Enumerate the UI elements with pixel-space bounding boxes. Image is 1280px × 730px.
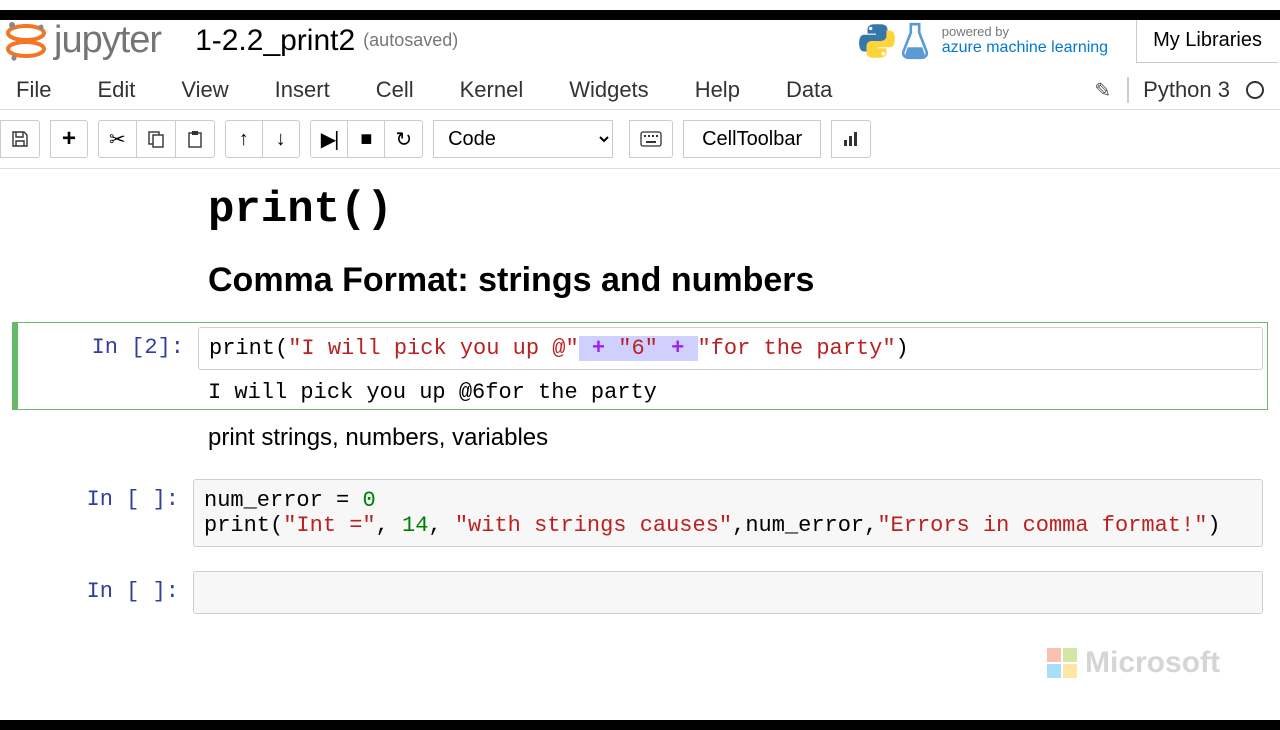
refresh-icon: ↻ [395,127,412,152]
code-input[interactable]: print("I will pick you up @" + "6" + "fo… [198,327,1263,370]
markdown-title-code: print() [208,185,1268,235]
kernel-indicator-icon[interactable] [1246,81,1264,99]
move-up-button[interactable]: ↑ [225,120,263,158]
arrow-up-icon: ↑ [239,128,249,151]
powered-text: powered by azure machine learning [942,24,1108,57]
run-button[interactable]: ▶| [310,120,349,158]
move-down-button[interactable]: ↓ [262,120,300,158]
bar-chart-icon [842,130,860,148]
code-cell-3[interactable]: In [ ]: [12,566,1268,619]
jupyter-logo[interactable]: jupyter [4,19,161,63]
autosave-status: (autosaved) [363,30,458,51]
menu-help[interactable]: Help [695,77,740,103]
menu-kernel[interactable]: Kernel [460,77,524,103]
save-icon [11,130,29,148]
my-libraries-button[interactable]: My Libraries [1136,18,1278,63]
plus-icon: + [62,125,76,153]
cell-body: print("I will pick you up @" + "6" + "fo… [198,327,1263,405]
flask-icon [898,20,932,62]
code-input[interactable] [193,571,1263,614]
copy-icon [147,130,165,148]
cut-button[interactable]: ✂ [98,120,137,158]
code-cell-1[interactable]: In [2]: print("I will pick you up @" + "… [12,322,1268,410]
cell-prompt: In [2]: [22,327,198,405]
menu-file[interactable]: File [16,77,51,103]
code-input[interactable]: num_error = 0 print("Int =", 14, "with s… [193,479,1263,547]
menu-insert[interactable]: Insert [275,77,330,103]
powered-icons [856,20,932,62]
arrow-down-icon: ↓ [276,128,286,151]
python-icon [856,20,898,62]
menu-cell[interactable]: Cell [376,77,414,103]
cell-output: I will pick you up @6for the party [198,370,1263,405]
microsoft-watermark: Microsoft [1047,646,1220,680]
chart-button[interactable] [831,120,871,158]
save-button[interactable] [0,120,40,158]
cell-toolbar-button[interactable]: CellToolbar [683,120,821,158]
powered-line2: azure machine learning [942,39,1108,57]
microsoft-text: Microsoft [1085,646,1220,680]
letterbox-bottom [0,720,1280,730]
pencil-icon[interactable]: ✎ [1094,78,1111,103]
notebook-title[interactable]: 1-2.2_print2 [195,24,355,58]
restart-button[interactable]: ↻ [384,120,423,158]
markdown-section-heading: Comma Format: strings and numbers [208,261,1268,300]
menu-bar: File Edit View Insert Cell Kernel Widget… [0,71,1280,110]
menu-widgets[interactable]: Widgets [569,77,648,103]
jupyter-icon [4,19,48,63]
kernel-name[interactable]: Python 3 [1127,77,1230,103]
paste-button[interactable] [175,120,215,158]
logo-text: jupyter [54,19,161,62]
keyboard-icon [640,131,662,147]
powered-line1: powered by [942,24,1108,39]
scissors-icon: ✂ [109,127,126,152]
add-cell-button[interactable]: + [50,120,88,158]
step-forward-icon: ▶| [321,127,338,152]
code-cell-2[interactable]: In [ ]: num_error = 0 print("Int =", 14,… [12,474,1268,552]
cell-type-select[interactable]: Code [433,120,613,158]
menu-edit[interactable]: Edit [97,77,135,103]
stop-icon: ■ [360,128,372,151]
menu-data[interactable]: Data [786,77,832,103]
header-right: powered by azure machine learning My Lib… [856,18,1278,63]
markdown-text: print strings, numbers, variables [208,424,1268,452]
toolbar: + ✂ ↑ ↓ ▶| ■ ↻ Code CellToolbar [0,110,1280,169]
cell-body: num_error = 0 print("Int =", 14, "with s… [193,479,1263,547]
menu-view[interactable]: View [181,77,228,103]
copy-button[interactable] [136,120,176,158]
paste-icon [186,130,204,148]
cell-body [193,571,1263,614]
stop-button[interactable]: ■ [347,120,385,158]
cell-prompt: In [ ]: [17,571,193,614]
letterbox-top [0,10,1280,20]
cell-prompt: In [ ]: [17,479,193,547]
powered-by-badge[interactable]: powered by azure machine learning [856,20,1108,62]
notebook-area: print() Comma Format: strings and number… [0,169,1280,643]
menubar-right: ✎ Python 3 [1094,77,1264,103]
microsoft-squares-icon [1047,648,1077,678]
command-palette-button[interactable] [629,120,673,158]
